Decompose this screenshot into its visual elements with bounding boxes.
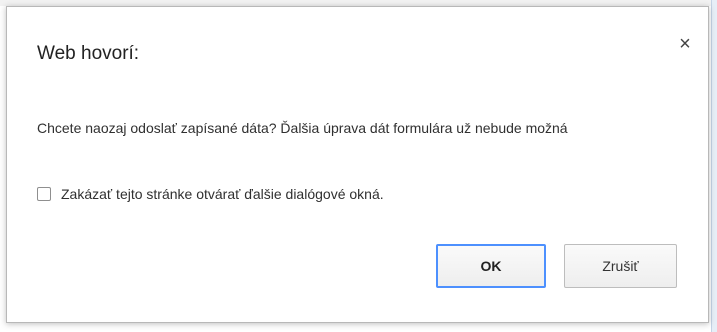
close-icon[interactable]: ×: [674, 33, 696, 55]
cancel-button[interactable]: Zrušiť: [564, 244, 677, 288]
javascript-confirm-dialog: Web hovorí: × Chcete naozaj odoslať zapí…: [6, 6, 709, 323]
ok-button[interactable]: OK: [436, 244, 546, 288]
dialog-title: Web hovorí:: [37, 43, 140, 64]
suppress-dialogs-checkbox[interactable]: [37, 187, 51, 201]
suppress-dialogs-option[interactable]: Zakázať tejto stránke otvárať ďalšie dia…: [37, 183, 384, 205]
screen: Web hovorí: × Chcete naozaj odoslať zapí…: [0, 0, 717, 332]
dialog-message: Chcete naozaj odoslať zapísané dáta? Ďal…: [37, 120, 568, 136]
background-page-edge: [711, 0, 717, 332]
suppress-dialogs-label[interactable]: Zakázať tejto stránke otvárať ďalšie dia…: [61, 186, 384, 202]
